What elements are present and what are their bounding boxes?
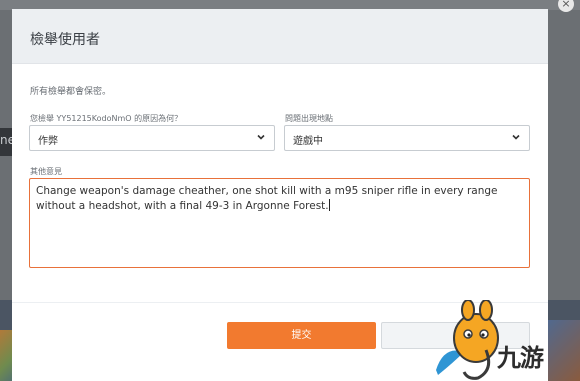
reason-select[interactable]: 作弊 (29, 125, 275, 151)
comment-label: 其他意見 (30, 167, 62, 176)
chevron-down-icon (257, 134, 265, 140)
location-select[interactable]: 遊戲中 (284, 125, 530, 151)
confidential-note: 所有檢舉都會保密。 (30, 87, 112, 97)
reason-select-value: 作弊 (38, 136, 58, 147)
location-label: 問題出現地點 (285, 114, 333, 123)
reason-label: 您檢舉 YY51215KodoNmO 的原因為何？ (30, 114, 183, 123)
submit-button[interactable]: 提交 (227, 322, 376, 349)
dialog-title: 檢舉使用者 (30, 32, 100, 48)
watermark-text: 九游 (497, 344, 544, 372)
comment-text: Change weapon's damage cheather, one sho… (36, 185, 498, 212)
dialog-header: 檢舉使用者 (12, 9, 548, 64)
chevron-down-icon (512, 134, 520, 140)
location-select-value: 遊戲中 (293, 136, 323, 147)
comment-textarea[interactable]: Change weapon's damage cheather, one sho… (29, 178, 530, 268)
text-caret (328, 199, 330, 211)
